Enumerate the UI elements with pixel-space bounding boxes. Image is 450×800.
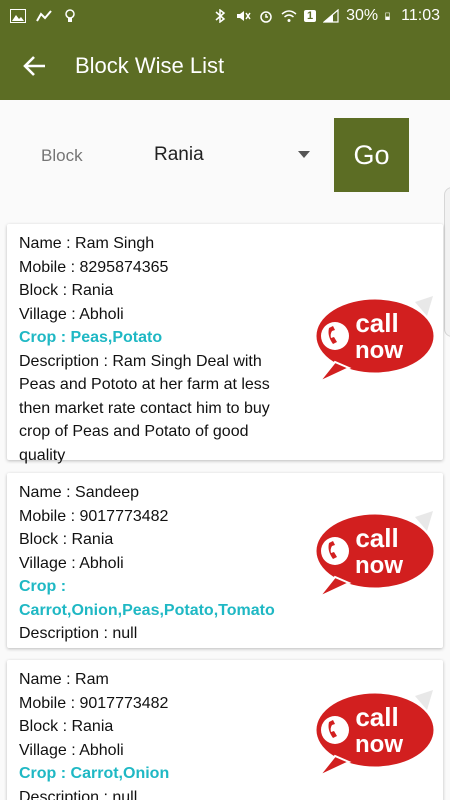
call-text: call bbox=[355, 523, 398, 553]
page-title: Block Wise List bbox=[75, 53, 225, 78]
now-text: now bbox=[355, 731, 403, 758]
bulb-notification-icon bbox=[65, 9, 75, 22]
farmer-description: Description : Ram Singh Deal with Peas a… bbox=[19, 352, 270, 464]
now-text: now bbox=[355, 552, 403, 579]
block-filter: Block Rania Go bbox=[0, 100, 450, 218]
call-now-button[interactable]: call now bbox=[297, 684, 439, 784]
farmer-description: Description : null bbox=[19, 788, 138, 800]
go-button[interactable]: Go bbox=[334, 118, 409, 192]
signal-icon bbox=[323, 9, 339, 23]
clock: 11:03 bbox=[401, 7, 440, 24]
now-text: now bbox=[355, 337, 403, 364]
farmer-description: Description : null bbox=[19, 625, 138, 642]
block-label: Block bbox=[41, 146, 83, 165]
farmer-crop: Crop : Carrot,Onion,Peas,Potato,Tomato bbox=[19, 578, 275, 619]
block-dropdown[interactable]: Rania bbox=[154, 136, 314, 174]
back-button[interactable] bbox=[0, 32, 70, 100]
call-text: call bbox=[355, 702, 398, 732]
dropdown-caret-icon bbox=[298, 151, 310, 158]
sim-badge: 1 bbox=[303, 10, 317, 22]
bluetooth-icon bbox=[215, 9, 226, 23]
farmer-card: Name : Ram Mobile : 9017773482 Block : R… bbox=[7, 660, 443, 800]
mute-icon bbox=[236, 11, 251, 21]
battery-icon bbox=[385, 12, 390, 20]
chart-notification-icon bbox=[36, 10, 52, 22]
image-notification-icon bbox=[10, 9, 26, 23]
call-now-button[interactable]: call now bbox=[297, 290, 439, 390]
farmer-mobile: Mobile : 8295874365 bbox=[19, 258, 169, 276]
call-now-button[interactable]: call now bbox=[297, 505, 439, 605]
farmer-card: Name : Ram Singh Mobile : 8295874365 Blo… bbox=[7, 224, 443, 464]
farmer-name: Name : Ram Singh bbox=[19, 235, 155, 252]
edge-panel-handle[interactable] bbox=[444, 187, 450, 337]
block-selected-value: Rania bbox=[154, 144, 204, 165]
battery-percent: 30% bbox=[346, 7, 379, 24]
alarm-icon bbox=[260, 11, 272, 23]
back-arrow-icon bbox=[23, 56, 45, 76]
farmer-name: Name : Sandeep bbox=[19, 484, 140, 501]
wifi-icon bbox=[281, 10, 297, 22]
call-text: call bbox=[355, 308, 398, 338]
farmer-card: Name : Sandeep Mobile : 9017773482 Block… bbox=[7, 473, 443, 648]
status-bar: 1 30% 11:03 bbox=[0, 0, 450, 32]
app-bar: Block Wise List bbox=[0, 32, 450, 100]
